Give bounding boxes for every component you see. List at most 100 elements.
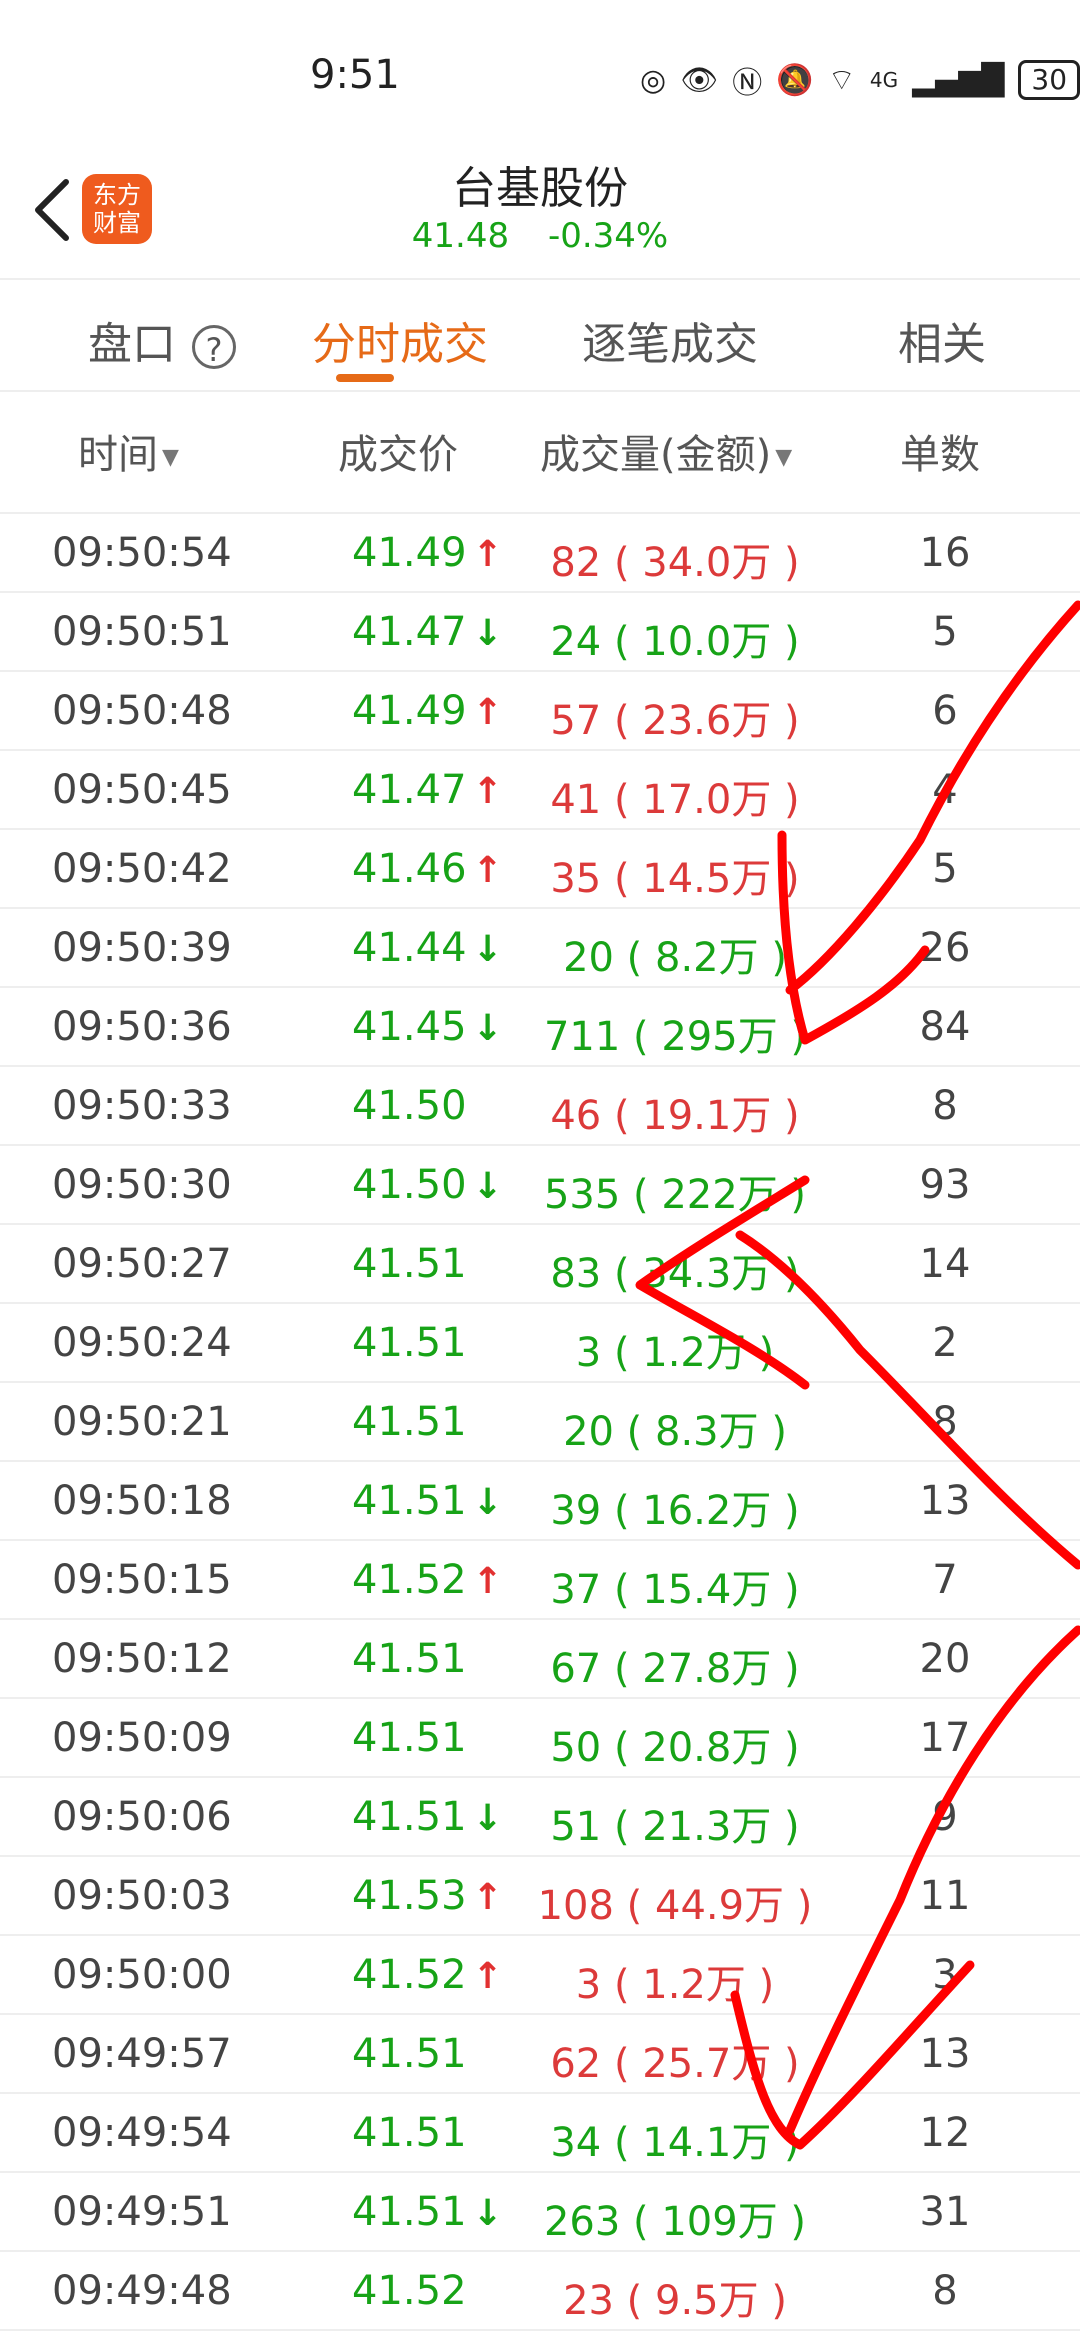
trade-price: 41.51 [352,1715,467,1761]
arrow-down-icon: ↓ [472,1166,503,1207]
trade-count: 3 [932,1952,958,1998]
arrow-up-icon: ↑ [472,692,503,733]
trade-price-cell: 41.44 ↓ [352,925,503,971]
trade-price: 41.49 [352,530,467,576]
trade-time: 09:49:51 [52,2189,232,2235]
trade-count: 16 [919,530,971,576]
table-row[interactable]: 09:50:45 41.47 ↑ 41 ( 17.0万 ) 4 [0,751,1080,830]
mute-icon: 🔕 [776,62,814,98]
table-row[interactable]: 09:50:30 41.50 ↓ 535 ( 222万 ) 93 [0,1146,1080,1225]
trade-price-cell: 41.47 ↑ [352,767,503,813]
col-count-label: 单数 [900,432,980,478]
table-row[interactable]: 09:50:09 41.51 50 ( 20.8万 ) 17 [0,1699,1080,1778]
table-row[interactable]: 09:50:06 41.51 ↓ 51 ( 21.3万 ) 9 [0,1778,1080,1857]
trade-volume: 24 ( 10.0万 ) [550,619,800,665]
trade-price-cell: 41.50 [352,1083,467,1129]
trade-count: 14 [919,1241,971,1287]
trade-time: 09:50:06 [52,1794,232,1840]
arrow-down-icon: ↓ [472,613,503,654]
tab-time-trades[interactable]: 分时成交 [312,308,488,372]
trade-list[interactable]: 09:50:54 41.49 ↑ 82 ( 34.0万 ) 16 09:50:51 41.4… [0,514,1080,2331]
sort-caret-icon: ▼ [775,444,793,470]
trade-price: 41.49 [352,688,467,734]
trade-price-cell: 41.51 [352,1399,467,1445]
trade-price: 41.52 [352,2268,467,2314]
trade-price: 41.51 [352,1636,467,1682]
battery-icon: 30 [1018,60,1080,100]
trade-time: 09:50:18 [52,1478,232,1524]
trade-price-cell: 41.53 ↑ [352,1873,503,1919]
tab-tick-trades[interactable]: 逐笔成交 [582,308,758,372]
trade-volume: 263 ( 109万 ) [543,2199,807,2245]
help-icon[interactable]: ? [192,325,236,369]
stock-header: 东方 财富 台基股份 41.48 -0.34% [0,150,1080,280]
trade-volume: 3 ( 1.2万 ) [575,1330,775,1376]
arrow-up-icon: ↑ [472,771,503,812]
table-row[interactable]: 09:50:00 41.52 ↑ 3 ( 1.2万 ) 3 [0,1936,1080,2015]
table-row[interactable]: 09:50:48 41.49 ↑ 57 ( 23.6万 ) 6 [0,672,1080,751]
table-row[interactable]: 09:49:48 41.52 23 ( 9.5万 ) 8 [0,2252,1080,2331]
trade-volume: 108 ( 44.9万 ) [537,1883,813,1929]
tab-order-book[interactable]: 盘口? [88,308,236,372]
trade-count: 2 [932,1320,958,1366]
network-type: 4G [869,68,899,92]
trade-price-cell: 41.45 ↓ [352,1004,503,1050]
trade-volume: 535 ( 222万 ) [543,1172,807,1218]
trade-price: 41.51 [352,1320,467,1366]
trade-price: 41.44 [352,925,467,971]
trade-price: 41.51 [352,2110,467,2156]
trade-price: 41.51 [352,2031,467,2077]
status-icons: ◎ 👁 Ⓝ 🔕 ⌔ 4G ▂▄▆█ 30 [640,58,1080,102]
table-row[interactable]: 09:50:03 41.53 ↑ 108 ( 44.9万 ) 11 [0,1857,1080,1936]
trade-price-cell: 41.51 [352,1636,467,1682]
col-time-sort[interactable]: 时间 ▼ [78,422,179,480]
table-row[interactable]: 09:50:15 41.52 ↑ 37 ( 15.4万 ) 7 [0,1541,1080,1620]
trade-time: 09:49:48 [52,2268,232,2314]
trade-time: 09:50:48 [52,688,232,734]
col-volume-sort[interactable]: 成交量(金额) ▼ [540,422,792,480]
trade-count: 26 [919,925,971,971]
table-row[interactable]: 09:50:42 41.46 ↑ 35 ( 14.5万 ) 5 [0,830,1080,909]
stock-change: -0.34% [547,216,669,256]
trade-time: 09:50:39 [52,925,232,971]
table-row[interactable]: 09:50:36 41.45 ↓ 711 ( 295万 ) 84 [0,988,1080,1067]
col-price-label: 成交价 [338,432,458,478]
table-row[interactable]: 09:50:39 41.44 ↓ 20 ( 8.2万 ) 26 [0,909,1080,988]
table-row[interactable]: 09:50:51 41.47 ↓ 24 ( 10.0万 ) 5 [0,593,1080,672]
arrow-down-icon: ↓ [472,2193,503,2234]
hd-call-icon: ◎ [640,62,667,98]
trade-price-cell: 41.52 ↑ [352,1952,503,1998]
table-row[interactable]: 09:50:33 41.50 46 ( 19.1万 ) 8 [0,1067,1080,1146]
table-row[interactable]: 09:50:54 41.49 ↑ 82 ( 34.0万 ) 16 [0,514,1080,593]
trade-volume: 41 ( 17.0万 ) [550,777,800,823]
table-row[interactable]: 09:50:18 41.51 ↓ 39 ( 16.2万 ) 13 [0,1462,1080,1541]
trade-price: 41.45 [352,1004,467,1050]
table-row[interactable]: 09:49:51 41.51 ↓ 263 ( 109万 ) 31 [0,2173,1080,2252]
table-row[interactable]: 09:50:21 41.51 20 ( 8.3万 ) 8 [0,1383,1080,1462]
table-row[interactable]: 09:49:57 41.51 62 ( 25.7万 ) 13 [0,2015,1080,2094]
sort-caret-icon: ▼ [162,444,179,470]
trade-volume: 50 ( 20.8万 ) [550,1725,800,1771]
col-volume-label: 成交量(金额) [540,432,772,478]
trade-price: 41.52 [352,1952,467,1998]
trade-time: 09:50:00 [52,1952,232,1998]
table-row[interactable]: 09:50:12 41.51 67 ( 27.8万 ) 20 [0,1620,1080,1699]
trade-price-cell: 41.51 [352,1320,467,1366]
table-row[interactable]: 09:50:27 41.51 83 ( 34.3万 ) 14 [0,1225,1080,1304]
tab-related[interactable]: 相关 [898,308,986,372]
table-row[interactable]: 09:50:24 41.51 3 ( 1.2万 ) 2 [0,1304,1080,1383]
trade-time: 09:50:30 [52,1162,232,1208]
trade-price-cell: 41.51 [352,1715,467,1761]
trade-price-cell: 41.47 ↓ [352,609,503,655]
trade-time: 09:50:09 [52,1715,232,1761]
trade-count: 7 [932,1557,958,1603]
arrow-up-icon: ↑ [472,1877,503,1918]
status-bar: 9:51 ◎ 👁 Ⓝ 🔕 ⌔ 4G ▂▄▆█ 30 [0,0,1080,150]
trade-time: 09:50:15 [52,1557,232,1603]
trade-volume: 20 ( 8.2万 ) [563,935,787,981]
table-row[interactable]: 09:49:54 41.51 34 ( 14.1万 ) 12 [0,2094,1080,2173]
trade-price: 41.47 [352,609,467,655]
trade-price-cell: 41.51 [352,2110,467,2156]
trade-count: 8 [932,1083,958,1129]
tab-bar: 盘口? 分时成交 逐笔成交 相关 [0,280,1080,392]
